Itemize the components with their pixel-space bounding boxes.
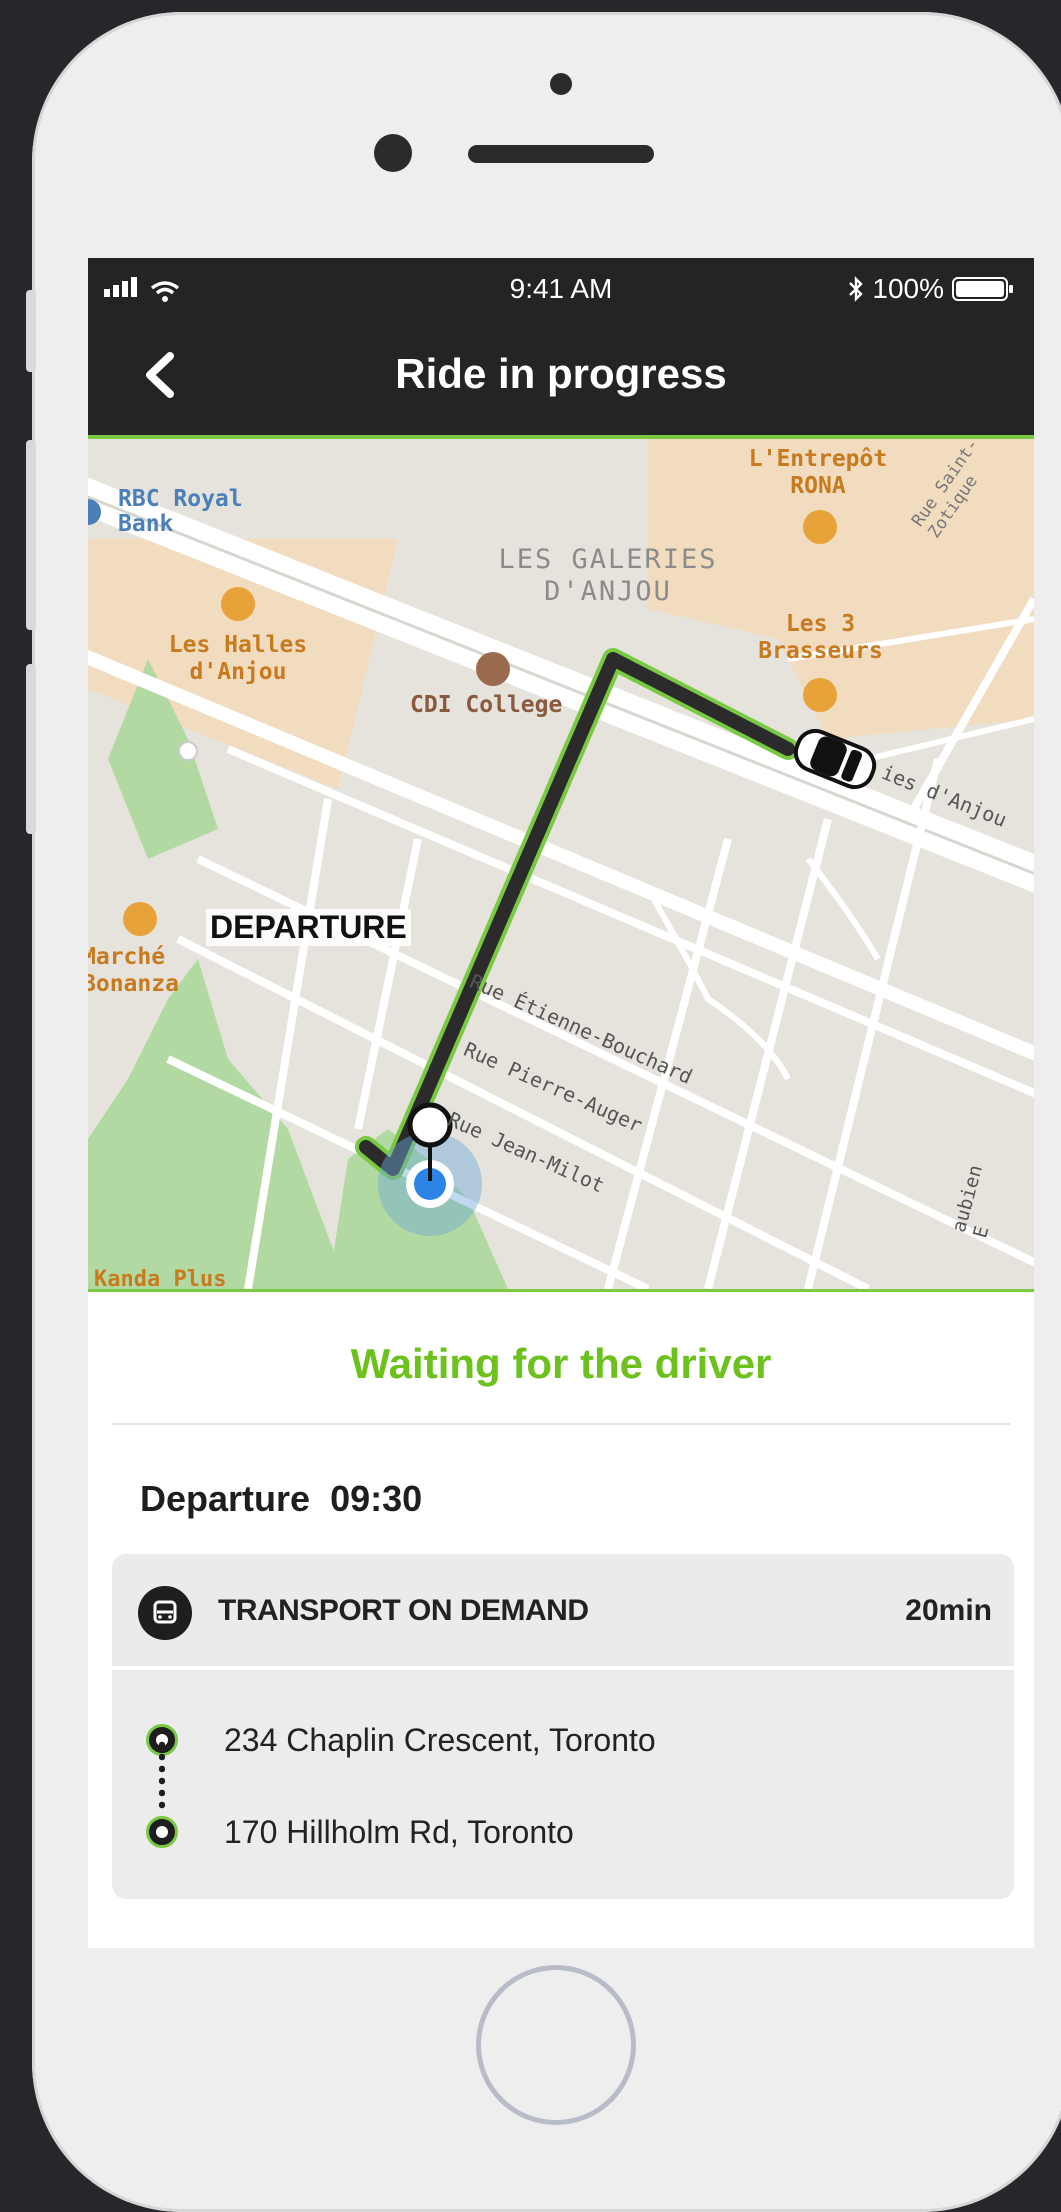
poi-entrepot-line2: RONA — [790, 473, 846, 499]
status-bar: 9:41 AM 100% — [88, 258, 1034, 318]
area-galeries: LES GALERIES D'ANJOU — [468, 544, 748, 608]
volume-down-button — [26, 664, 36, 834]
poi-marche-line2: Bonanza — [88, 971, 179, 997]
earpiece-speaker — [468, 145, 654, 163]
poi-halles: Les Halles d'Anjou — [148, 632, 328, 686]
poi-brasseurs-line2: Brasseurs — [758, 638, 883, 664]
trip-card[interactable]: TRANSPORT ON DEMAND 20min 234 Chaplin Cr… — [112, 1554, 1014, 1899]
poi-entrepot: L'Entrepôt RONA — [728, 446, 908, 500]
poi-bank: RBC Royal Bank — [118, 487, 243, 537]
transport-mode: TRANSPORT ON DEMAND — [218, 1594, 589, 1627]
destination-dot-icon — [146, 1816, 178, 1848]
area-galeries-line2: D'ANJOU — [544, 576, 672, 607]
poi-brasseurs: Les 3 Brasseurs — [738, 611, 903, 665]
poi-halles-line2: d'Anjou — [189, 659, 287, 685]
poi-kanda: Kanda Plus — [94, 1267, 227, 1292]
proximity-sensor — [550, 73, 572, 95]
departure-marker-label: DEPARTURE — [206, 909, 411, 946]
route-map[interactable]: RBC Royal Bank LES GALERIES D'ANJOU L'En… — [88, 439, 1034, 1292]
trip-card-header: TRANSPORT ON DEMAND 20min — [112, 1554, 1014, 1670]
poi-bank-line1: RBC Royal — [118, 486, 243, 512]
origin-address: 234 Chaplin Crescent, Toronto — [224, 1722, 656, 1758]
departure-row: Departure 09:30 — [140, 1478, 422, 1520]
poi-halles-line1: Les Halles — [168, 632, 308, 658]
volume-up-button — [26, 440, 36, 630]
poi-marche: Marché Bonanza — [88, 944, 179, 998]
bus-icon — [138, 1586, 192, 1640]
ride-panel: Waiting for the driver Departure 09:30 TR… — [88, 1292, 1034, 1948]
battery-percent: 100% — [872, 273, 944, 304]
app-screen: 9:41 AM 100% Ride in progress RBC Royal … — [88, 258, 1034, 1948]
mute-switch — [26, 290, 36, 372]
poi-marche-line1: Marché — [88, 944, 166, 970]
ride-status: Waiting for the driver — [350, 1340, 772, 1387]
area-galeries-line1: LES GALERIES — [498, 544, 718, 575]
home-button[interactable] — [476, 1965, 636, 2125]
navigation-bar: Ride in progress — [88, 318, 1034, 439]
departure-label: Departure — [140, 1478, 311, 1519]
departure-time: 09:30 — [330, 1478, 423, 1519]
route-line — [159, 1739, 165, 1809]
battery-icon — [952, 277, 1013, 301]
poi-entrepot-line1: L'Entrepôt — [748, 446, 888, 472]
bluetooth-icon — [849, 276, 864, 302]
page-title: Ride in progress — [395, 350, 727, 397]
poi-brasseurs-line1: Les 3 — [785, 611, 856, 637]
destination-address: 170 Hillholm Rd, Toronto — [224, 1814, 574, 1850]
divider — [112, 1423, 1010, 1425]
battery-status: 100% — [848, 273, 1014, 305]
front-camera — [374, 134, 412, 172]
poi-college: CDI College — [410, 692, 563, 718]
poi-bank-line2: Bank — [118, 511, 174, 537]
trip-duration: 20min — [905, 1594, 992, 1627]
